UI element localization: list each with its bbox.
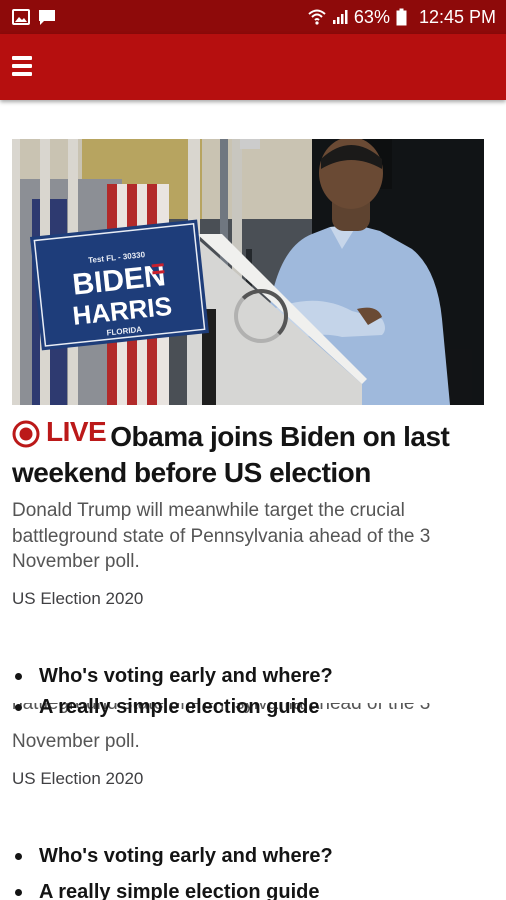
battery-icon <box>396 8 407 26</box>
overlap-related-link-label: A really simple election guide <box>39 695 320 718</box>
bullet-icon <box>15 888 22 896</box>
ghost-summary-line2: November poll. <box>12 730 140 752</box>
ghost-related-link-label: A really simple election guide <box>39 880 320 900</box>
ghost-overlay: battleground state of Pennsylvania ahead… <box>0 700 506 900</box>
article-image[interactable]: Test FL - 30330 BIDEN HARRIS FLORIDA <box>12 139 484 405</box>
bullet-icon <box>15 703 22 711</box>
ghost-section-tag[interactable]: US Election 2020 <box>12 769 143 789</box>
battery-percent: 63% <box>353 6 390 27</box>
ghost-related-links: Who's voting early and where? A really s… <box>12 838 333 900</box>
related-link[interactable]: Who's voting early and where? <box>12 658 333 694</box>
live-indicator-icon <box>12 420 40 448</box>
live-label: LIVE <box>46 416 107 447</box>
overlap-related-link[interactable]: A really simple election guide <box>12 694 319 720</box>
wifi-icon <box>308 9 326 25</box>
signal-icon <box>332 10 348 24</box>
system-status: 63% 12:45 PM <box>308 7 496 28</box>
article-summary: Donald Trump will meanwhile target the c… <box>12 500 431 572</box>
hamburger-menu-icon[interactable] <box>12 54 32 78</box>
app-bar <box>0 34 506 100</box>
clock: 12:45 PM <box>418 6 496 27</box>
status-bar: 63% 12:45 PM <box>0 0 506 34</box>
ghost-related-link-label: Who's voting early and where? <box>39 844 333 867</box>
article-headline[interactable]: LIVE Obama joins Biden on last weekend b… <box>12 414 492 491</box>
related-link-label: Who's voting early and where? <box>39 664 333 687</box>
bullet-icon <box>15 852 22 860</box>
ghost-related-link[interactable]: A really simple election guide <box>12 874 333 900</box>
article-photo: Test FL - 30330 BIDEN HARRIS FLORIDA <box>12 139 484 405</box>
bullet-icon <box>15 672 22 680</box>
notification-icons <box>12 9 56 26</box>
loading-spinner-icon <box>234 289 288 343</box>
live-badge: LIVE <box>12 414 107 450</box>
image-notification-icon <box>12 9 30 25</box>
ghost-related-link[interactable]: Who's voting early and where? <box>12 838 333 874</box>
message-notification-icon <box>39 9 55 25</box>
section-tag[interactable]: US Election 2020 <box>12 589 143 609</box>
